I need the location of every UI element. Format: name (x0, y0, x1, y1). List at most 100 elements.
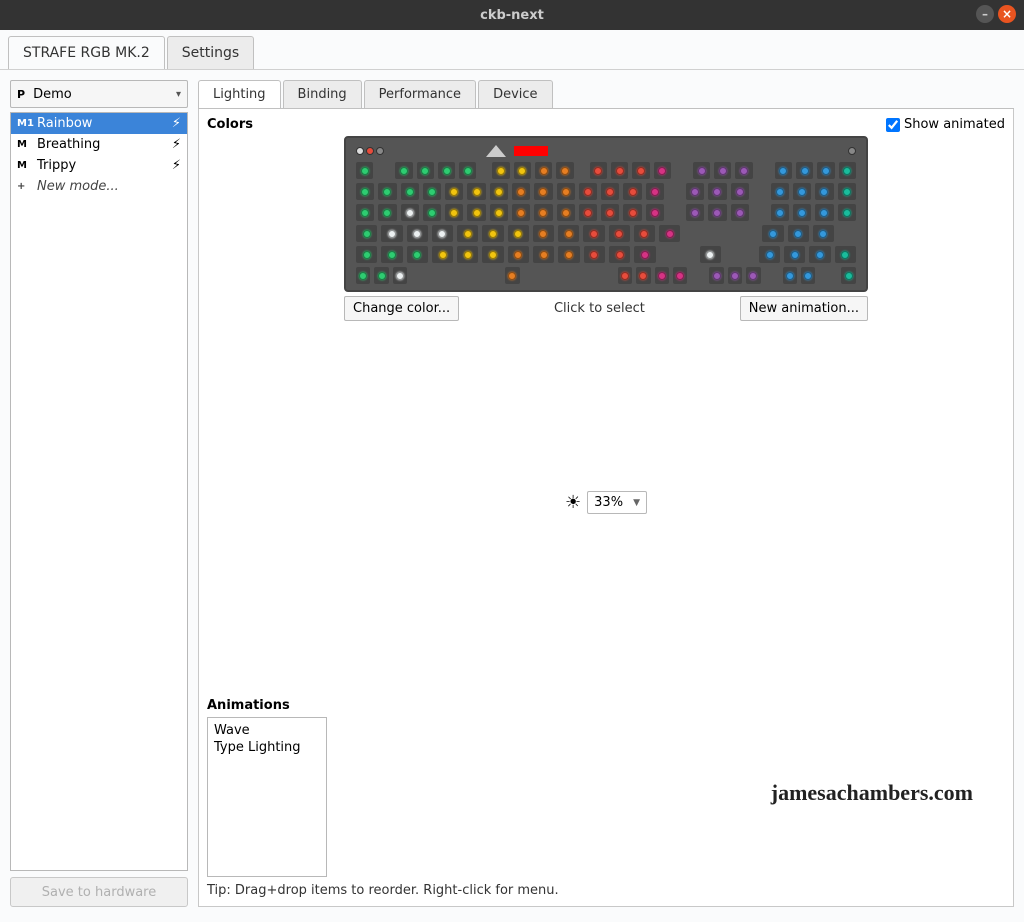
animations-list[interactable]: Wave Type Lighting (207, 717, 327, 877)
key[interactable] (839, 162, 856, 179)
key[interactable] (533, 246, 554, 263)
key[interactable] (401, 204, 419, 221)
key[interactable] (374, 267, 388, 284)
key[interactable] (623, 204, 641, 221)
key[interactable] (393, 267, 407, 284)
key[interactable] (731, 183, 749, 200)
key[interactable] (708, 204, 726, 221)
key[interactable] (356, 204, 374, 221)
key[interactable] (423, 183, 441, 200)
save-to-hardware-button[interactable]: Save to hardware (10, 877, 188, 907)
key[interactable] (835, 246, 856, 263)
key[interactable] (508, 225, 529, 242)
subtab-binding[interactable]: Binding (283, 80, 362, 108)
key[interactable] (490, 183, 508, 200)
key[interactable] (356, 246, 377, 263)
key[interactable] (646, 204, 664, 221)
tab-device-strafe[interactable]: STRAFE RGB MK.2 (8, 36, 165, 69)
key[interactable] (514, 162, 531, 179)
key[interactable] (796, 162, 813, 179)
key[interactable] (609, 246, 630, 263)
key[interactable] (809, 246, 830, 263)
key[interactable] (534, 204, 552, 221)
key[interactable] (623, 183, 641, 200)
key[interactable] (775, 162, 792, 179)
key[interactable] (793, 183, 811, 200)
key[interactable] (505, 267, 519, 284)
key[interactable] (558, 246, 579, 263)
key[interactable] (636, 267, 650, 284)
subtab-lighting[interactable]: Lighting (198, 80, 281, 108)
key[interactable] (659, 225, 680, 242)
brightness-dropdown[interactable]: 33% ▼ (587, 491, 647, 514)
key[interactable] (601, 204, 619, 221)
key[interactable] (759, 246, 780, 263)
key[interactable] (611, 162, 628, 179)
key[interactable] (841, 267, 855, 284)
key[interactable] (467, 204, 485, 221)
key[interactable] (708, 183, 726, 200)
key[interactable] (490, 204, 508, 221)
key[interactable] (482, 246, 503, 263)
key[interactable] (783, 267, 797, 284)
key[interactable] (445, 183, 463, 200)
keyboard-visual[interactable] (344, 136, 868, 292)
key[interactable] (728, 267, 742, 284)
key[interactable] (618, 267, 632, 284)
key[interactable] (815, 183, 833, 200)
key[interactable] (557, 204, 575, 221)
key[interactable] (700, 246, 721, 263)
key[interactable] (438, 162, 455, 179)
subtab-device[interactable]: Device (478, 80, 552, 108)
key[interactable] (655, 267, 669, 284)
key[interactable] (788, 225, 809, 242)
key[interactable] (813, 225, 834, 242)
key[interactable] (356, 267, 370, 284)
key[interactable] (686, 183, 704, 200)
key[interactable] (381, 246, 402, 263)
key[interactable] (459, 162, 476, 179)
key[interactable] (401, 183, 419, 200)
key[interactable] (686, 204, 704, 221)
key[interactable] (771, 183, 789, 200)
key[interactable] (632, 162, 649, 179)
animation-item[interactable]: Wave (212, 722, 322, 739)
key[interactable] (838, 204, 856, 221)
key[interactable] (482, 225, 503, 242)
key[interactable] (395, 162, 412, 179)
key[interactable] (590, 162, 607, 179)
key[interactable] (746, 267, 760, 284)
key[interactable] (838, 183, 856, 200)
key[interactable] (378, 183, 396, 200)
tab-settings[interactable]: Settings (167, 36, 254, 69)
key[interactable] (583, 225, 604, 242)
key[interactable] (609, 225, 630, 242)
key[interactable] (432, 246, 453, 263)
key[interactable] (508, 246, 529, 263)
key[interactable] (356, 225, 377, 242)
show-animated-checkbox[interactable]: Show animated (886, 117, 1005, 132)
new-animation-button[interactable]: New animation... (740, 296, 868, 321)
key[interactable] (533, 225, 554, 242)
key[interactable] (492, 162, 509, 179)
key[interactable] (801, 267, 815, 284)
change-color-button[interactable]: Change color... (344, 296, 459, 321)
key[interactable] (793, 204, 811, 221)
mode-item-breathing[interactable]: M Breathing ⚡ (11, 134, 187, 155)
key[interactable] (378, 204, 396, 221)
key[interactable] (584, 246, 605, 263)
key[interactable] (356, 183, 374, 200)
key[interactable] (634, 246, 655, 263)
key[interactable] (579, 183, 597, 200)
key[interactable] (512, 204, 530, 221)
key[interactable] (407, 225, 428, 242)
key[interactable] (673, 267, 687, 284)
subtab-performance[interactable]: Performance (364, 80, 476, 108)
key[interactable] (556, 162, 573, 179)
close-icon[interactable]: × (998, 5, 1016, 23)
key[interactable] (601, 183, 619, 200)
key[interactable] (457, 246, 478, 263)
profile-dropdown[interactable]: P Demo ▾ (10, 80, 188, 108)
key[interactable] (467, 183, 485, 200)
key[interactable] (557, 183, 575, 200)
